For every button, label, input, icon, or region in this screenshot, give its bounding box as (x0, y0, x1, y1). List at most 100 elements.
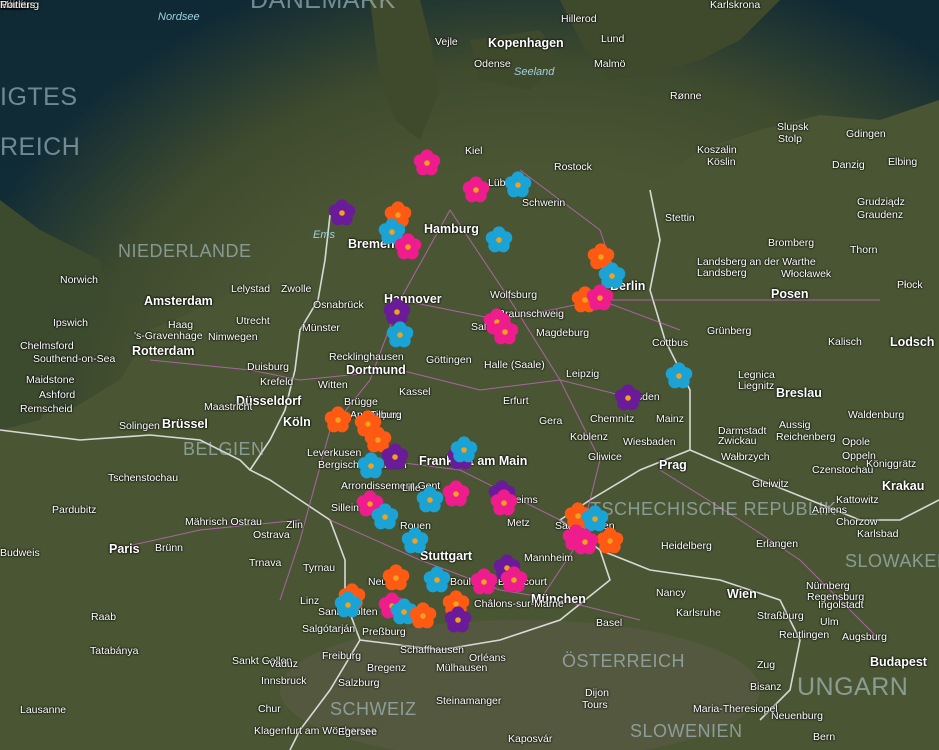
city-label: Münster (302, 322, 340, 334)
flower-icon (571, 528, 599, 555)
flower-marker-pink[interactable] (393, 232, 423, 262)
city-label: Waldenburg (848, 409, 905, 421)
city-label: Mainz (656, 413, 685, 425)
flower-marker-pink[interactable] (489, 488, 519, 518)
city-label: Reichenberg (776, 431, 836, 443)
city-label: Danzig (832, 159, 865, 171)
city-label: Kaposvár (508, 733, 553, 745)
city-label: Wolfsburg (490, 289, 538, 301)
city-label: Chur (258, 703, 281, 715)
city-label: Stettin (665, 212, 695, 224)
city-label: Płock (897, 279, 923, 291)
city-label: Landsberg an der Warthe (697, 256, 816, 268)
city-label: Reutlingen (779, 629, 830, 641)
flower-marker-cyan[interactable] (484, 225, 514, 255)
city-label: Grünberg (707, 325, 752, 337)
flower-icon (462, 176, 490, 203)
city-label: Osnabrück (313, 299, 364, 311)
city-label: Innsbruck (261, 675, 307, 687)
city-label: Cottbus (652, 337, 689, 349)
city-label: Freiburg (322, 650, 362, 662)
city-label: Erlangen (756, 538, 799, 550)
city-label: Nimwegen (208, 331, 258, 343)
flower-marker-cyan[interactable] (400, 526, 430, 556)
country-label: UNGARN (797, 673, 909, 701)
flower-marker-pink[interactable] (441, 479, 471, 509)
land-denmark (370, 0, 440, 140)
flower-marker-purple[interactable] (613, 383, 643, 413)
flower-marker-purple[interactable] (443, 605, 473, 635)
city-label-major: Dortmund (346, 363, 406, 377)
flower-icon (334, 591, 362, 618)
city-label: Tatabánya (90, 645, 139, 657)
city-label: Neuenburg (771, 710, 823, 722)
flower-icon (442, 480, 470, 507)
flower-icon (371, 503, 399, 530)
city-label: Bregenz (367, 662, 407, 674)
city-label: Lund (601, 33, 625, 45)
city-label: Leverkusen (307, 447, 362, 459)
city-label: Gdingen (846, 128, 886, 140)
city-label: Bisanz (750, 681, 782, 693)
water-label: Seeland (514, 66, 555, 78)
city-label: Karlsruhe (676, 607, 721, 619)
flower-marker-cyan[interactable] (385, 320, 415, 350)
flower-marker-pink[interactable] (490, 317, 520, 347)
city-label-major: Breslau (776, 386, 822, 400)
city-label: Karlsbad (857, 528, 899, 540)
flower-marker-pink[interactable] (570, 527, 600, 557)
flower-marker-orange[interactable] (323, 405, 353, 435)
flower-marker-pink[interactable] (469, 567, 499, 597)
city-label-major: Brüssel (162, 417, 208, 431)
city-label: Gera (539, 415, 563, 427)
city-label: Lelystad (231, 283, 271, 295)
map-canvas[interactable]: Nordsee Seeland Ems DANEMARK IGTES REICH NIEDE… (0, 0, 939, 750)
flower-marker-purple[interactable] (327, 198, 357, 228)
flower-marker-orange[interactable] (381, 563, 411, 593)
city-label: Ostrava (253, 529, 290, 541)
flower-marker-cyan[interactable] (333, 590, 363, 620)
city-label-major: Budapest (870, 655, 927, 669)
city-label: 's-Gravenhage (134, 330, 203, 342)
city-label: Nancy (656, 587, 686, 599)
flower-marker-cyan[interactable] (503, 170, 533, 200)
flower-marker-pink[interactable] (499, 565, 529, 595)
city-label: Kalisch (828, 336, 862, 348)
city-label: Wiesbaden (623, 436, 676, 448)
flower-marker-cyan[interactable] (356, 451, 386, 481)
city-label: Pardubitz (52, 504, 97, 516)
flower-icon (485, 226, 513, 253)
city-label: Brünn (155, 542, 184, 554)
city-label: Landsberg (697, 267, 747, 279)
flower-marker-pink[interactable] (585, 283, 615, 313)
flower-icon (450, 436, 478, 463)
city-label: Egersee (338, 726, 378, 738)
city-label-major: Lodsch (890, 335, 935, 349)
flower-icon (504, 171, 532, 198)
flower-marker-cyan[interactable] (370, 502, 400, 532)
flower-marker-cyan[interactable] (449, 435, 479, 465)
city-label: Zug (757, 659, 776, 671)
city-label: Krefeld (260, 376, 294, 388)
city-label: Salgótarján (302, 623, 356, 635)
flower-marker-orange[interactable] (408, 601, 438, 631)
city-label: Southend-on-Sea (33, 353, 116, 365)
flower-marker-cyan[interactable] (664, 361, 694, 391)
city-label: Recklinghausen (329, 351, 404, 363)
city-label: Königgrätz (866, 458, 917, 470)
city-label: Mülhausen (436, 662, 488, 674)
city-label-major: Kopenhagen (488, 36, 564, 50)
flower-marker-pink[interactable] (412, 148, 442, 178)
city-label: Haag (168, 319, 194, 331)
city-label: Ipswich (53, 317, 89, 329)
city-label: Włocławek (781, 268, 832, 280)
city-label: Mannheim (524, 552, 574, 564)
city-label: Kiel (465, 145, 483, 157)
flower-icon (586, 284, 614, 311)
city-label: Bern (813, 731, 836, 743)
city-label: Legnica (738, 369, 775, 381)
city-label: Chorzow (836, 516, 878, 528)
city-label: Raab (91, 611, 117, 623)
city-label: Nürnberg (806, 580, 850, 592)
flower-marker-pink[interactable] (461, 175, 491, 205)
